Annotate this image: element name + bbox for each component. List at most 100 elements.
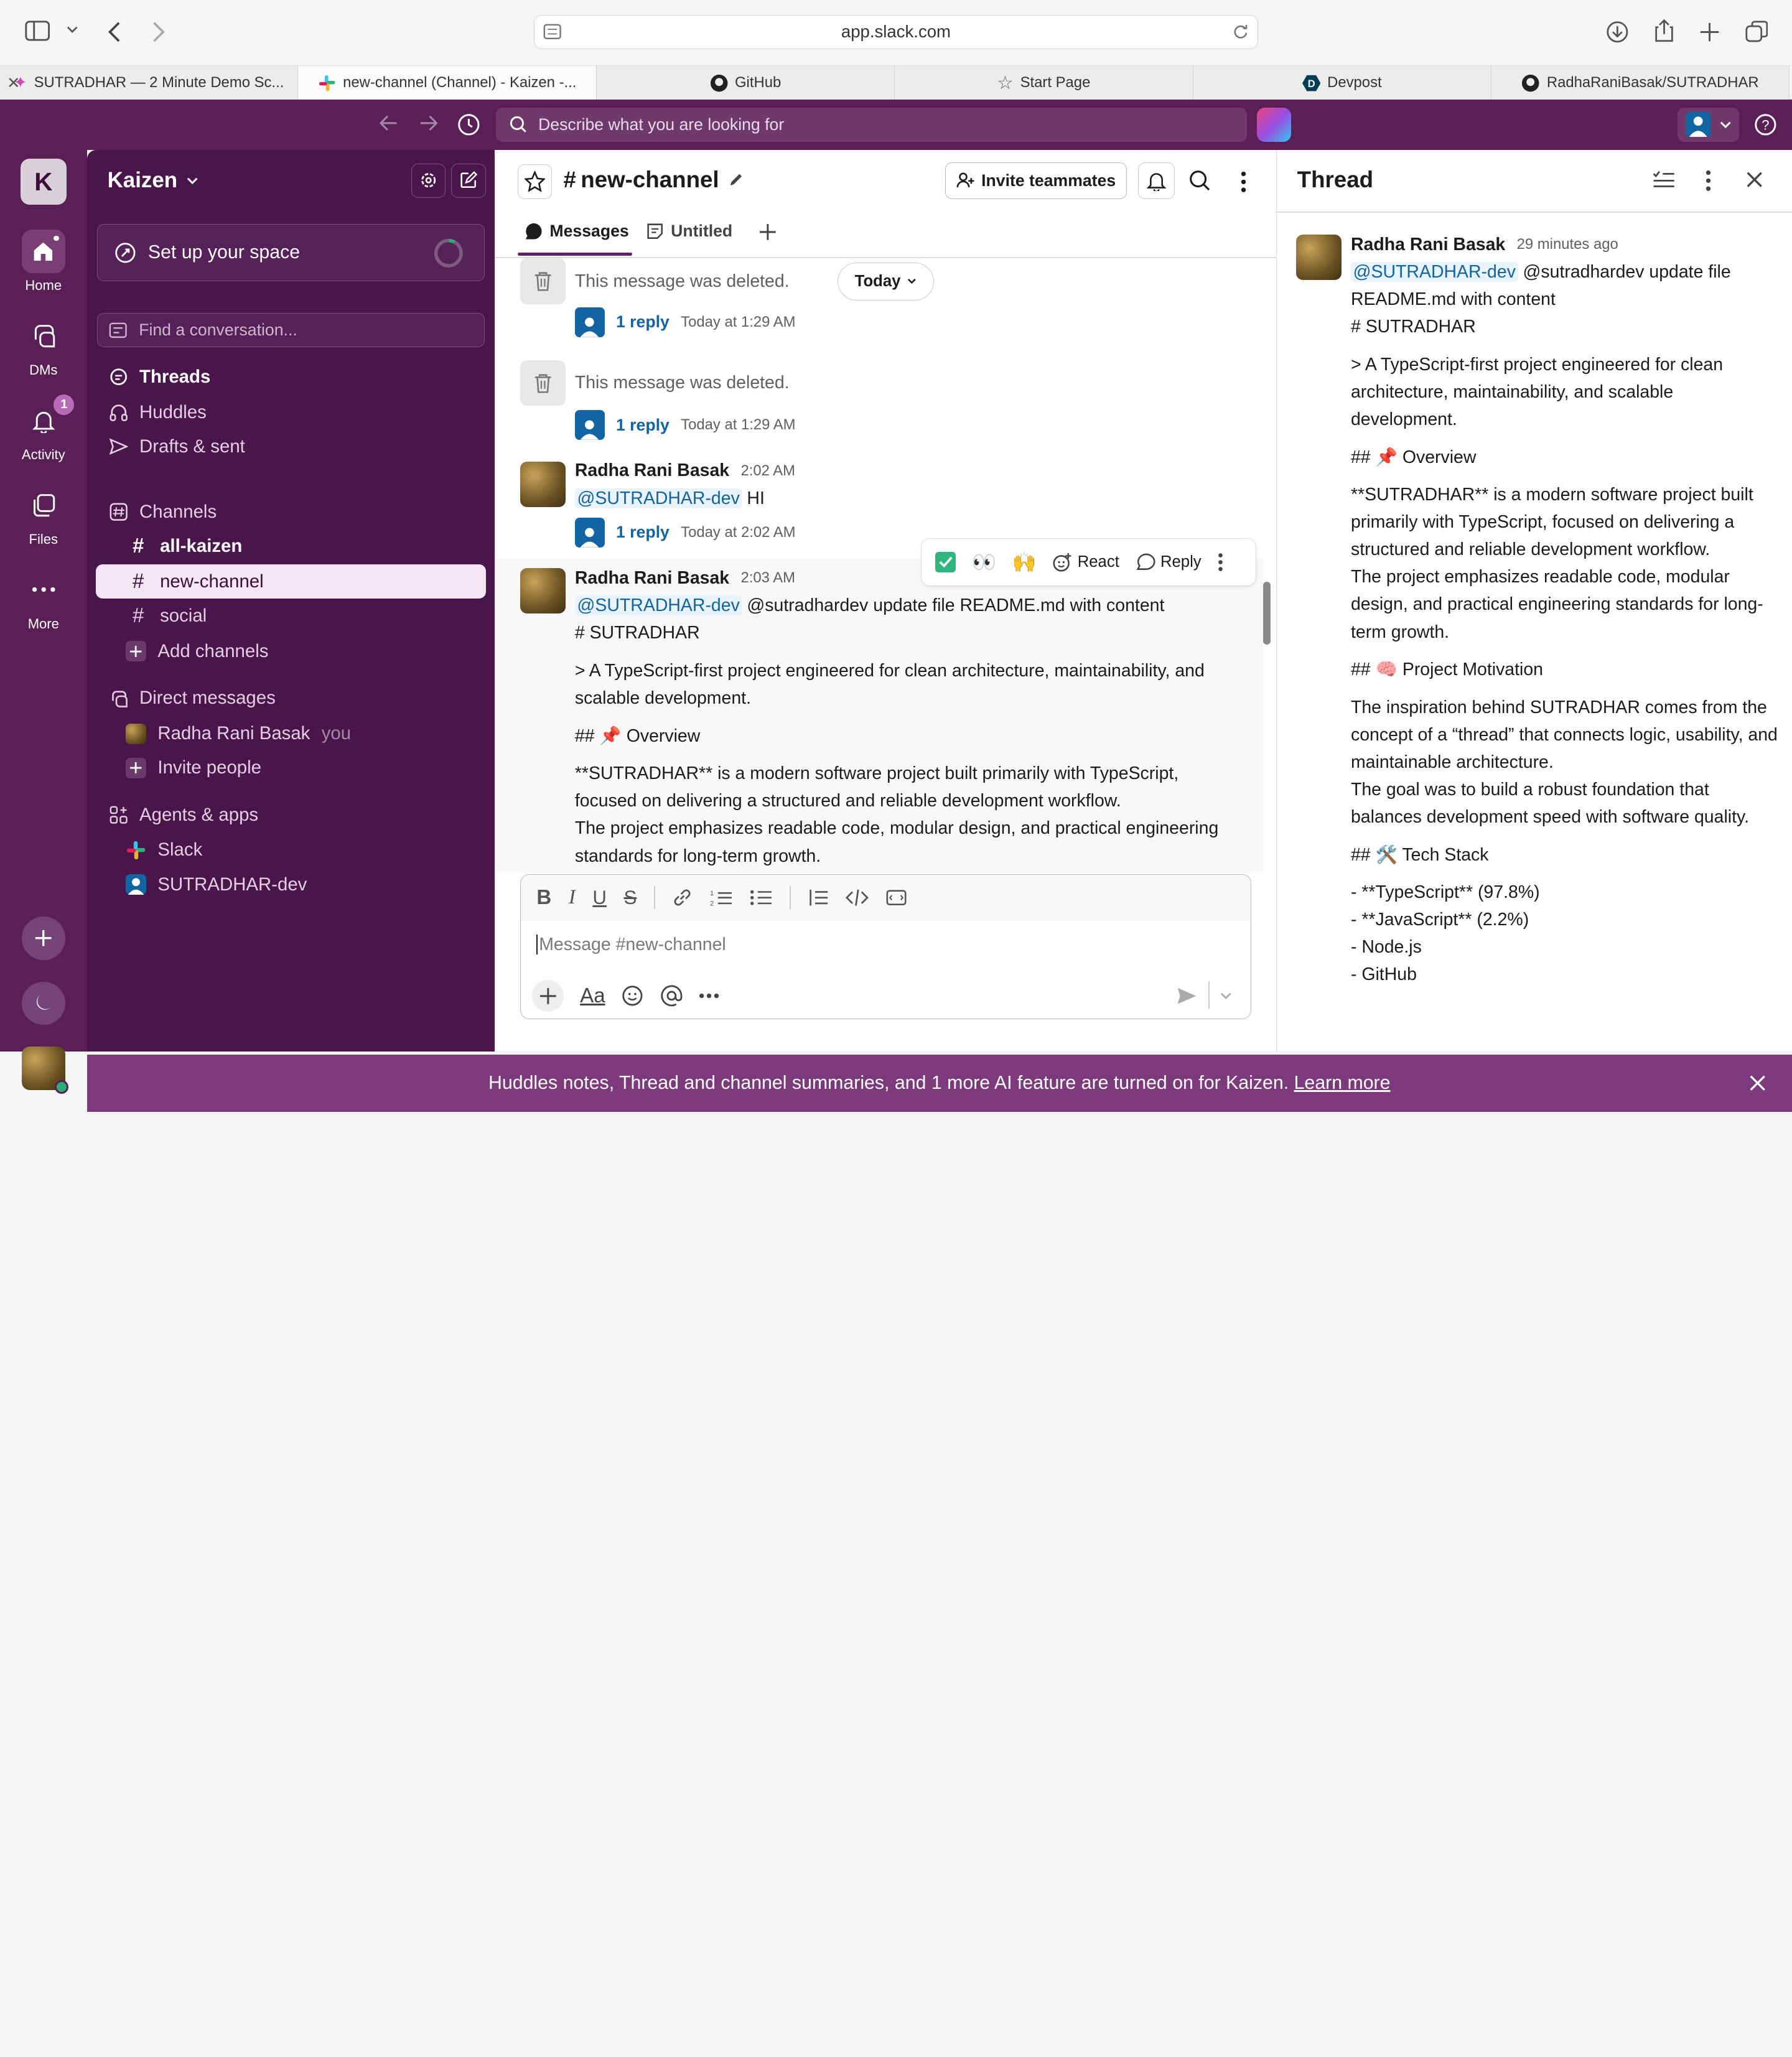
rail-files[interactable]: Files xyxy=(0,483,87,548)
invite-teammates-button[interactable]: Invite teammates xyxy=(945,162,1127,199)
mention[interactable]: @SUTRADHAR-dev xyxy=(574,488,742,508)
channel-title[interactable]: # new-channel xyxy=(563,167,744,193)
close-icon[interactable] xyxy=(1748,1074,1766,1092)
text-format-icon[interactable]: Aa xyxy=(580,984,605,1008)
learn-more-link[interactable]: Learn more xyxy=(1294,1073,1391,1094)
author-name[interactable]: Radha Rani Basak xyxy=(575,460,729,481)
blockquote-icon[interactable] xyxy=(808,889,829,907)
emoji-icon[interactable] xyxy=(621,984,644,1007)
react-button[interactable]: React xyxy=(1052,552,1119,572)
tab-overview-icon[interactable] xyxy=(1745,21,1768,44)
bold-icon[interactable]: B xyxy=(536,886,551,910)
kebab-menu-icon[interactable] xyxy=(1705,169,1712,192)
underline-icon[interactable]: U xyxy=(592,887,607,909)
plus-icon[interactable] xyxy=(532,980,564,1012)
sidebar-item-huddles[interactable]: Huddles xyxy=(96,395,485,429)
thread-replies-link[interactable]: 1 reply Today at 1:29 AM xyxy=(574,410,796,441)
forward-icon[interactable] xyxy=(151,21,167,44)
ordered-list-icon[interactable]: 12 xyxy=(710,889,733,907)
add-channels-button[interactable]: Add channels xyxy=(96,634,485,668)
workspace-switcher[interactable]: K xyxy=(21,159,67,205)
star-icon[interactable] xyxy=(518,164,553,199)
bullet-list-icon[interactable] xyxy=(750,889,773,907)
rail-dms[interactable]: DMs xyxy=(0,314,87,378)
more-icon[interactable] xyxy=(699,992,719,999)
rail-activity[interactable]: 1 Activity xyxy=(0,394,87,463)
composer-input[interactable]: Message #new-channel xyxy=(536,934,726,955)
kebab-menu-icon[interactable] xyxy=(1240,170,1247,194)
rail-more[interactable]: More xyxy=(0,568,87,632)
sidebar-item-all-kaizen[interactable]: # all-kaizen xyxy=(96,529,485,563)
channels-section-header[interactable]: Channels xyxy=(96,495,485,529)
history-back-icon[interactable] xyxy=(379,115,398,131)
close-icon[interactable] xyxy=(1745,170,1763,189)
browser-tab-active[interactable]: new-channel (Channel) - Kaizen -... xyxy=(298,65,597,100)
mention[interactable]: @SUTRADHAR-dev xyxy=(1350,262,1518,282)
eyes-emoji-icon[interactable]: 👀 xyxy=(972,551,996,574)
chevron-down-icon[interactable] xyxy=(1220,991,1231,1001)
avatar[interactable] xyxy=(520,462,566,508)
history-icon[interactable] xyxy=(457,113,480,136)
rail-home[interactable]: Home xyxy=(0,230,87,294)
invite-people-button[interactable]: Invite people xyxy=(96,751,485,785)
search-input[interactable]: Describe what you are looking for xyxy=(496,107,1247,142)
add-tab-icon[interactable] xyxy=(760,223,777,240)
avatar[interactable] xyxy=(520,567,566,614)
sidebar-item-threads[interactable]: Threads xyxy=(96,360,485,394)
user-avatar[interactable] xyxy=(21,1047,69,1094)
thread-replies-link[interactable]: 1 reply Today at 2:02 AM xyxy=(574,518,796,548)
browser-tab[interactable]: D Devpost xyxy=(1193,65,1491,100)
ai-assistant-icon[interactable] xyxy=(1257,107,1292,142)
address-bar[interactable]: app.slack.com xyxy=(533,14,1259,49)
link-icon[interactable] xyxy=(672,887,693,908)
strikethrough-icon[interactable]: S xyxy=(623,887,637,909)
scrollbar-thumb[interactable] xyxy=(1262,581,1271,645)
more-actions-icon[interactable] xyxy=(1217,552,1224,572)
sidebar-toggle-icon[interactable] xyxy=(25,21,50,41)
author-name[interactable]: Radha Rani Basak xyxy=(575,568,729,589)
tab-messages[interactable]: Messages xyxy=(525,222,629,241)
author-name[interactable]: Radha Rani Basak xyxy=(1351,235,1505,255)
history-forward-icon[interactable] xyxy=(419,115,438,131)
reload-icon[interactable] xyxy=(1233,24,1249,40)
browser-tab[interactable]: GitHub xyxy=(596,65,895,100)
dark-mode-icon[interactable] xyxy=(21,981,65,1025)
message-time[interactable]: 2:02 AM xyxy=(740,462,795,480)
profile-menu[interactable] xyxy=(1678,107,1740,142)
date-divider-button[interactable]: Today xyxy=(838,263,934,301)
italic-icon[interactable]: I xyxy=(569,886,576,909)
downloads-icon[interactable] xyxy=(1606,21,1629,44)
checkmark-emoji-icon[interactable] xyxy=(935,552,956,573)
chevron-down-icon[interactable] xyxy=(67,25,78,34)
thread-list-icon[interactable] xyxy=(1651,169,1676,190)
mention[interactable]: @SUTRADHAR-dev xyxy=(574,595,742,616)
avatar[interactable] xyxy=(1295,234,1342,280)
browser-tab[interactable]: ✕ ✦ SUTRADHAR — 2 Minute Demo Sc... xyxy=(0,65,299,100)
apps-section-header[interactable]: Agents & apps xyxy=(96,798,485,832)
mention-icon[interactable] xyxy=(660,984,683,1007)
sidebar-item-sutradhar-dev[interactable]: SUTRADHAR-dev xyxy=(96,867,485,902)
browser-tab[interactable]: RadhaRaniBasak/SUTRADHAR xyxy=(1491,65,1790,100)
raised-hands-emoji-icon[interactable]: 🙌 xyxy=(1012,551,1037,574)
close-tab-icon[interactable]: ✕ xyxy=(7,74,21,93)
new-tab-icon[interactable] xyxy=(1699,22,1720,42)
code-icon[interactable] xyxy=(846,889,869,907)
settings-icon[interactable] xyxy=(411,163,446,198)
reply-button[interactable]: Reply xyxy=(1136,553,1202,571)
back-icon[interactable] xyxy=(106,21,123,44)
sidebar-item-dm-self[interactable]: Radha Rani Basak you xyxy=(96,717,485,751)
compose-icon[interactable] xyxy=(451,163,486,198)
tab-untitled[interactable]: Untitled xyxy=(646,222,732,241)
find-conversation-input[interactable]: Find a conversation... xyxy=(97,313,485,348)
send-icon[interactable] xyxy=(1177,987,1197,1005)
dm-section-header[interactable]: Direct messages xyxy=(96,681,485,716)
search-icon[interactable] xyxy=(1188,169,1211,192)
workspace-name-button[interactable]: Kaizen xyxy=(108,168,198,193)
browser-tab[interactable]: ☆ Start Page xyxy=(895,65,1193,100)
sidebar-item-drafts[interactable]: Drafts & sent xyxy=(96,430,485,464)
page-settings-icon[interactable] xyxy=(543,24,562,40)
sidebar-item-new-channel[interactable]: # new-channel xyxy=(96,564,486,599)
help-icon[interactable]: ? xyxy=(1754,113,1777,136)
code-block-icon[interactable] xyxy=(886,889,907,907)
add-workspace-icon[interactable] xyxy=(21,917,65,960)
